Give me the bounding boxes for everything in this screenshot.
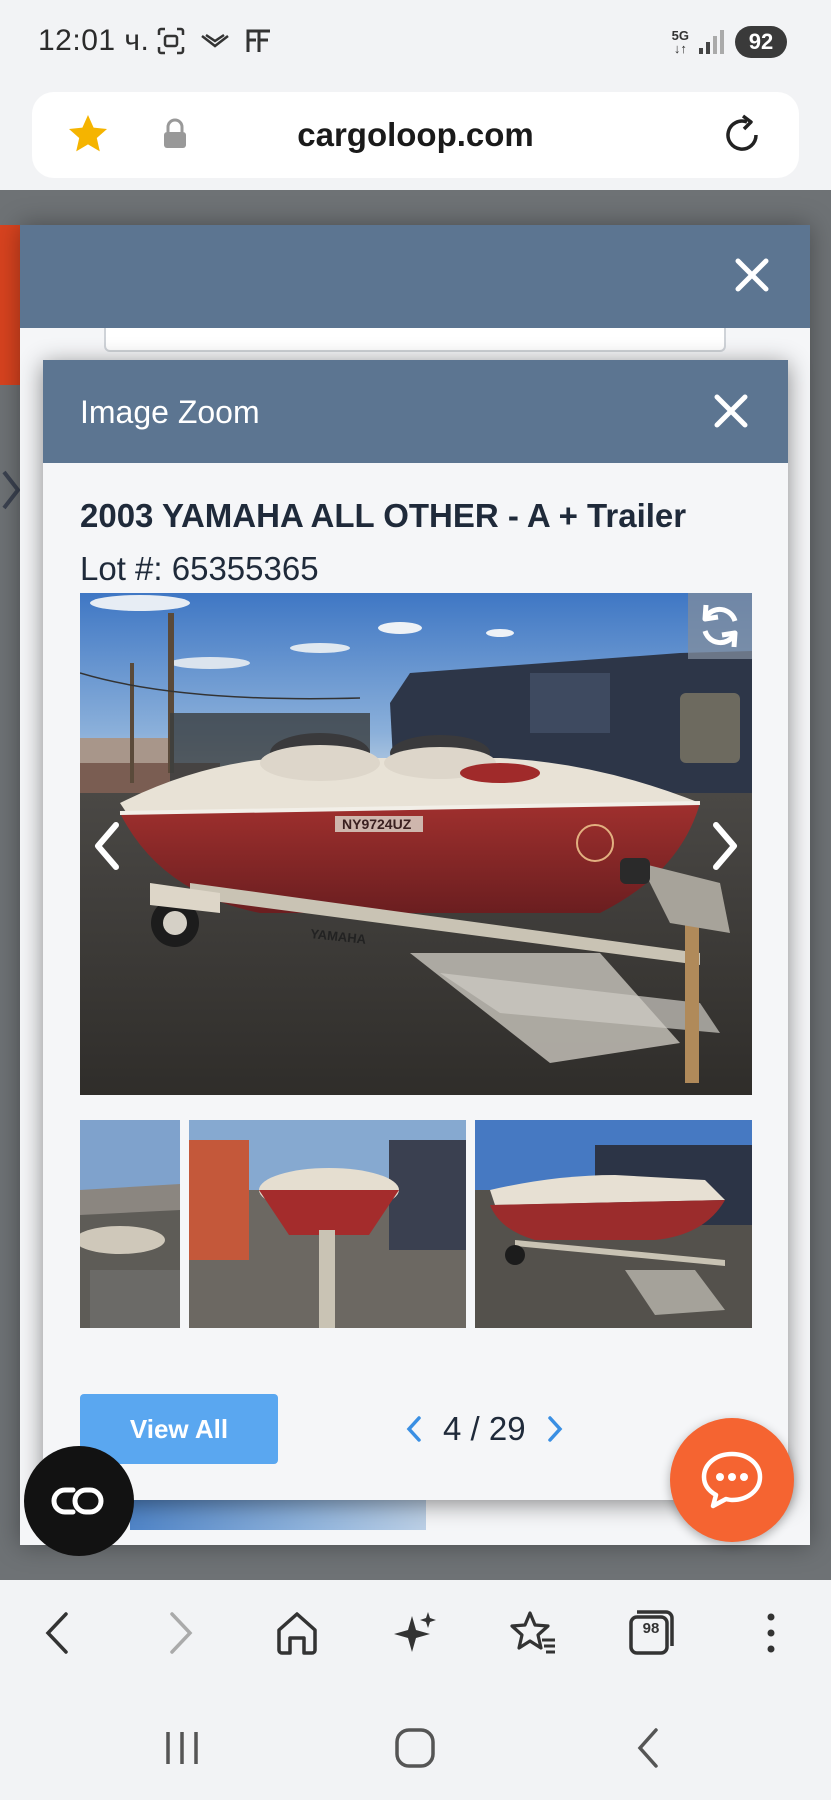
bookmarks-icon[interactable] <box>508 1608 558 1658</box>
chevron-right-icon[interactable] <box>708 819 742 873</box>
svg-text:NY9724UZ: NY9724UZ <box>342 816 412 832</box>
image-zoom-header: Image Zoom <box>43 360 788 463</box>
reload-icon[interactable] <box>719 112 765 158</box>
boat-photo: NY9724UZ YAMAHA <box>80 593 752 1095</box>
url-text[interactable]: cargoloop.com <box>32 116 799 154</box>
network-badge: 5G ↓↑ <box>671 28 689 56</box>
lot-title: 2003 YAMAHA ALL OTHER - A + Trailer <box>80 497 687 534</box>
ai-sparkle-icon[interactable] <box>390 1608 440 1658</box>
chevron-left-icon[interactable] <box>403 1414 425 1444</box>
cookie-settings-button[interactable] <box>24 1446 134 1556</box>
view-all-button[interactable]: View All <box>80 1394 278 1464</box>
outer-modal-image-strip <box>130 1498 426 1530</box>
back-icon[interactable] <box>34 1608 84 1658</box>
outer-modal-field <box>104 328 726 352</box>
pager-counter: 4 / 29 <box>443 1410 526 1447</box>
status-time: 12:01 ч. <box>38 24 150 57</box>
rotate-icon <box>702 604 738 648</box>
signal-icon <box>699 30 724 54</box>
ff-icon <box>246 29 270 52</box>
cookie-settings-icon <box>51 1487 104 1515</box>
more-icon[interactable] <box>746 1608 796 1658</box>
back-nav-icon[interactable] <box>628 1726 672 1770</box>
browser-toolbar: 98 <box>0 1580 831 1690</box>
recents-icon[interactable] <box>160 1726 204 1770</box>
lot-number: Lot #: 65355365 <box>80 550 319 587</box>
close-icon[interactable] <box>732 255 772 295</box>
image-zoom-modal: Image Zoom 2003 YAMAHA ALL OTHER - A + T… <box>43 360 788 1500</box>
close-icon[interactable] <box>712 392 750 430</box>
chevron-right-icon[interactable] <box>544 1414 566 1444</box>
thumbnail[interactable] <box>475 1120 752 1328</box>
outer-modal-header <box>20 225 810 328</box>
thumbnail[interactable] <box>189 1120 466 1328</box>
thumbnail[interactable] <box>80 1120 180 1328</box>
forward-icon[interactable] <box>154 1608 204 1658</box>
home-nav-icon[interactable] <box>393 1726 437 1770</box>
tabs-count: 98 <box>642 1620 660 1637</box>
battery-indicator: 92 <box>735 26 787 58</box>
status-icons <box>156 26 274 56</box>
screenshot-icon <box>157 27 185 55</box>
thumbnail-strip <box>80 1120 752 1328</box>
chat-button[interactable] <box>670 1418 794 1542</box>
page-accent-strip <box>0 225 22 385</box>
image-zoom-title: Image Zoom <box>80 394 260 430</box>
chat-icon <box>701 1451 763 1509</box>
main-lot-photo[interactable]: NY9724UZ YAMAHA <box>80 593 752 1095</box>
app-icon <box>201 33 229 48</box>
chevron-left-icon[interactable] <box>90 819 124 873</box>
home-icon[interactable] <box>272 1608 322 1658</box>
image-pager: 4 / 29 <box>403 1404 566 1454</box>
tabs-button[interactable]: 98 <box>626 1608 676 1658</box>
status-bar: 12:01 ч. 5G ↓↑ 92 <box>0 0 831 86</box>
url-bar[interactable]: cargoloop.com <box>32 92 799 178</box>
system-nav-bar <box>0 1690 831 1800</box>
rotate-image-button[interactable] <box>688 593 752 659</box>
